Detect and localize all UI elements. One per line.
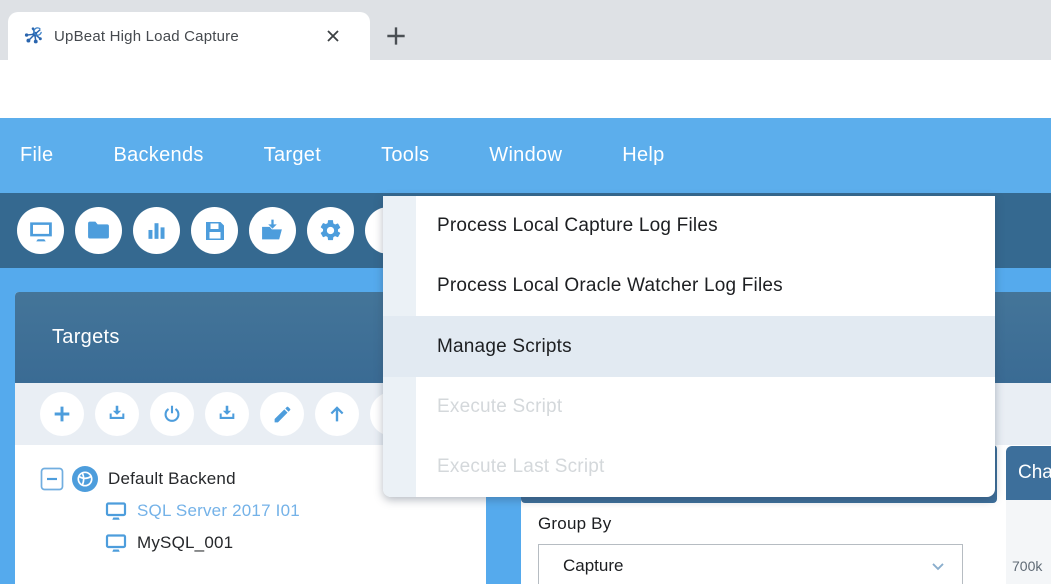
target-monitor-icon — [104, 531, 128, 555]
power-target-button[interactable] — [150, 392, 194, 436]
backend-globe-icon — [71, 465, 99, 493]
tools-menu: Process Local Capture Log Files Process … — [383, 196, 995, 497]
group-by-value: Capture — [563, 556, 928, 576]
collapse-minus-icon[interactable] — [40, 467, 64, 491]
power-icon — [161, 403, 183, 425]
tree-label-sql-server: SQL Server 2017 I01 — [137, 501, 300, 521]
charts-panel: Charts 700k — [1006, 446, 1051, 584]
save-icon — [203, 219, 227, 243]
menu-backends[interactable]: Backends — [113, 144, 203, 167]
menu-window[interactable]: Window — [489, 144, 562, 167]
menu-target[interactable]: Target — [264, 144, 321, 167]
charts-panel-body: 700k — [1006, 500, 1051, 584]
menu-file[interactable]: File — [20, 144, 53, 167]
arrow-up-icon — [326, 403, 348, 425]
bar-chart-icon — [144, 218, 169, 243]
gear-icon — [318, 218, 343, 243]
tree-label-mysql: MySQL_001 — [137, 533, 233, 553]
add-target-button[interactable] — [40, 392, 84, 436]
add-icon — [51, 403, 73, 425]
import-tray-icon — [106, 403, 128, 425]
move-up-button[interactable] — [315, 392, 359, 436]
tab-close-icon[interactable] — [322, 25, 344, 47]
monitor-icon — [28, 218, 54, 244]
menu-item-execute-last-script: Execute Last Script — [383, 437, 995, 497]
tree-row-sql-server[interactable]: SQL Server 2017 I01 — [15, 495, 486, 527]
edit-pencil-icon — [272, 404, 293, 425]
targets-panel-title: Targets — [52, 326, 120, 349]
chevron-down-icon — [928, 556, 948, 576]
menu-help[interactable]: Help — [622, 144, 664, 167]
monitor-button[interactable] — [17, 207, 64, 254]
browser-tab[interactable]: UpBeat High Load Capture — [8, 12, 370, 60]
favicon-network-icon — [22, 25, 44, 47]
charts-panel-title: Charts — [1018, 462, 1051, 484]
y-axis-top-label: 700k — [1012, 558, 1042, 574]
tree-row-mysql[interactable]: MySQL_001 — [15, 527, 486, 559]
folder-download-icon — [260, 218, 285, 243]
new-tab-button[interactable] — [380, 20, 412, 52]
browser-tab-strip: UpBeat High Load Capture — [0, 0, 1051, 60]
import-target-button[interactable] — [95, 392, 139, 436]
charts-panel-header: Charts — [1006, 446, 1051, 500]
chart-button[interactable] — [133, 207, 180, 254]
import-target-button-2[interactable] — [205, 392, 249, 436]
menu-item-manage-scripts[interactable]: Manage Scripts — [383, 316, 995, 377]
tree-label-backend: Default Backend — [108, 469, 236, 489]
edit-target-button[interactable] — [260, 392, 304, 436]
menu-tools[interactable]: Tools — [381, 144, 429, 167]
folder-button[interactable] — [75, 207, 122, 254]
group-by-select[interactable]: Capture — [538, 544, 963, 584]
settings-button[interactable] — [307, 207, 354, 254]
tab-title: UpBeat High Load Capture — [54, 28, 322, 45]
menu-item-execute-script: Execute Script — [383, 377, 995, 437]
folder-icon — [86, 218, 111, 243]
import-tray-icon — [216, 403, 238, 425]
target-monitor-icon — [104, 499, 128, 523]
group-by-label: Group By — [538, 514, 611, 534]
save-button[interactable] — [191, 207, 238, 254]
menu-item-process-local-capture-logs[interactable]: Process Local Capture Log Files — [383, 196, 995, 256]
menu-item-process-local-oracle-watcher-logs[interactable]: Process Local Oracle Watcher Log Files — [383, 256, 995, 316]
import-button[interactable] — [249, 207, 296, 254]
browser-address-row: app.enteros.com/hlc/# — [0, 60, 1051, 118]
app-menu-bar: File Backends Target Tools Window Help — [0, 118, 1051, 193]
